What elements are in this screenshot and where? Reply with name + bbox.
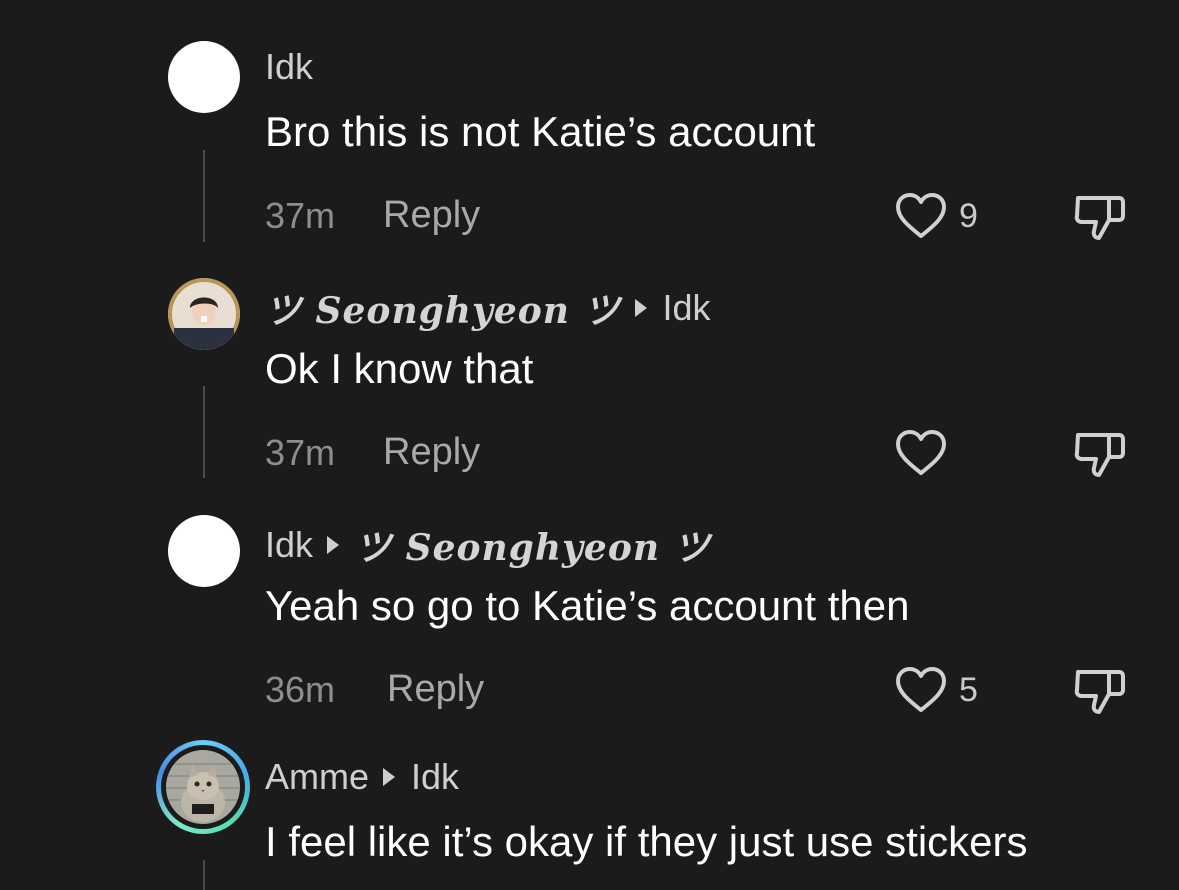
heart-outline-icon <box>895 429 947 477</box>
dislike-button[interactable] <box>1073 429 1127 479</box>
comment-author[interactable]: ツ Seonghyeon ツ <box>265 282 621 334</box>
like-count: 5 <box>959 670 978 709</box>
comment-time: 36m <box>265 668 336 710</box>
like-count: 9 <box>959 196 978 235</box>
comment-author-row: Amme Idk <box>265 756 459 798</box>
comment-meta: 37m Reply <box>265 431 480 474</box>
comment-text: Bro this is not Katie’s account <box>265 108 816 155</box>
thread-line <box>203 386 205 478</box>
comment-author-row: ツ Seonghyeon ツ Idk <box>265 282 711 334</box>
thread-line <box>203 150 205 242</box>
reply-to-name[interactable]: ツ Seonghyeon ツ <box>355 519 711 571</box>
like-button[interactable]: 5 <box>895 666 978 714</box>
thumbs-down-outline-icon <box>1073 192 1127 242</box>
comment-author-row: Idk <box>265 46 313 88</box>
comment-meta: 36m Reply <box>265 668 484 711</box>
avatar[interactable] <box>168 515 240 587</box>
reply-to-name[interactable]: Idk <box>663 287 711 329</box>
reply-button[interactable]: Reply <box>383 431 480 474</box>
like-button[interactable]: 9 <box>895 192 978 240</box>
like-button[interactable] <box>895 429 959 477</box>
triangle-right-icon <box>634 299 647 317</box>
comment-author[interactable]: Amme <box>265 756 369 798</box>
comment-time: 37m <box>265 194 336 236</box>
comment-meta: 37m Reply <box>265 194 480 237</box>
dislike-button[interactable] <box>1073 192 1127 242</box>
comment-author-row: Idk ツ Seonghyeon ツ <box>265 519 711 571</box>
reply-to-name[interactable]: Idk <box>411 756 459 798</box>
comment-text: Ok I know that <box>265 345 534 392</box>
comment-text: I feel like it’s okay if they just use s… <box>265 818 1028 865</box>
thumbs-down-outline-icon <box>1073 429 1127 479</box>
story-ring-avatar[interactable] <box>156 740 250 834</box>
triangle-right-icon <box>383 768 396 786</box>
heart-outline-icon <box>895 666 947 714</box>
avatar[interactable] <box>168 41 240 113</box>
heart-outline-icon <box>895 192 947 240</box>
comment-text: Yeah so go to Katie’s account then <box>265 582 910 629</box>
reply-button[interactable]: Reply <box>387 668 484 711</box>
comment-time: 37m <box>265 431 336 473</box>
reply-button[interactable]: Reply <box>383 194 480 237</box>
dislike-button[interactable] <box>1073 666 1127 716</box>
triangle-right-icon <box>327 536 340 554</box>
person-photo-avatar[interactable] <box>168 278 240 350</box>
thumbs-down-outline-icon <box>1073 666 1127 716</box>
comment-author[interactable]: Idk <box>265 524 313 566</box>
cat-photo-avatar <box>166 750 240 824</box>
comment-author[interactable]: Idk <box>265 46 313 88</box>
